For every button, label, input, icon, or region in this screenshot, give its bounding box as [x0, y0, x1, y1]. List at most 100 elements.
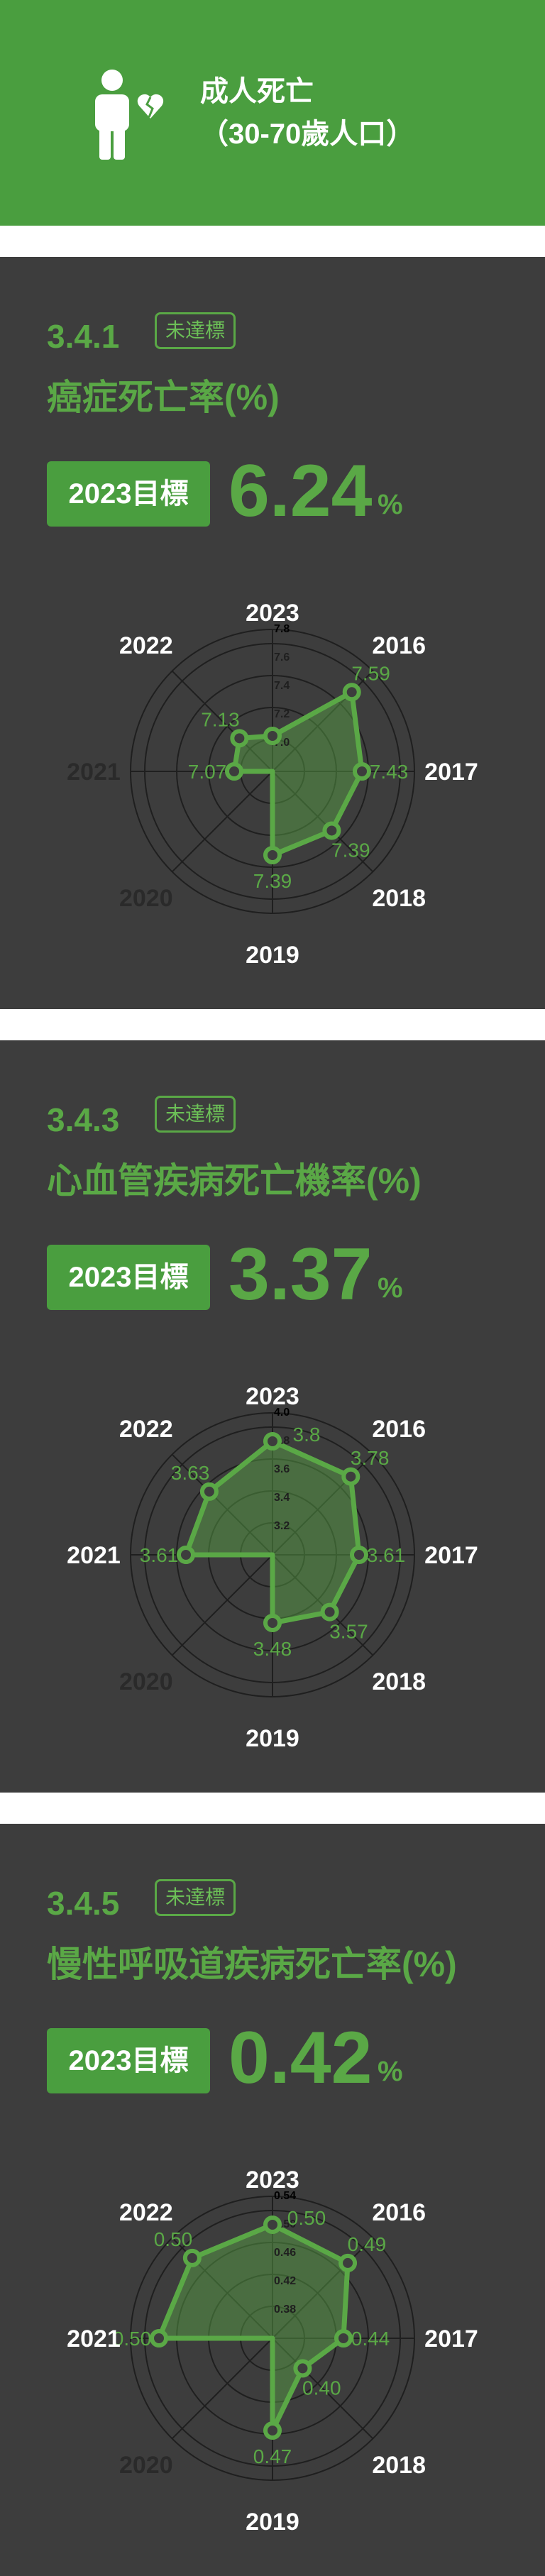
metric-panel-2: 3.4.3 未達標 心血管疾病死亡機率(%) 2023目標 3.37 % 3.2…	[0, 1040, 545, 1793]
data-point	[353, 762, 371, 781]
axis-label: 2018	[372, 1668, 426, 1695]
data-label: 0.50	[154, 2228, 193, 2250]
grid-spoke	[171, 2338, 273, 2440]
data-label: 3.63	[171, 1462, 210, 1484]
data-point	[263, 1614, 282, 1632]
axis-label: 2021	[67, 759, 121, 786]
axis-label: 2017	[424, 759, 478, 786]
data-point	[263, 1432, 282, 1451]
axis-label: 2022	[119, 2199, 173, 2226]
axis-label: 2020	[119, 1668, 173, 1695]
data-label: 0.40	[302, 2377, 341, 2399]
status-badge: 未達標	[155, 1879, 236, 1916]
data-label: 0.44	[351, 2328, 390, 2350]
axis-label: 2023	[246, 2167, 299, 2194]
tick-label: 0.38	[274, 2303, 296, 2316]
tick-label: 7.6	[274, 651, 290, 664]
data-label: 7.59	[351, 662, 390, 684]
radar-chart: 7.07.27.47.67.87.597.437.397.397.077.132…	[67, 600, 478, 969]
axis-label: 2019	[246, 1725, 299, 1752]
data-label: 3.61	[367, 1544, 406, 1566]
radar-chart: 0.380.420.460.500.540.500.490.440.400.47…	[67, 2167, 478, 2536]
series-area	[183, 1438, 362, 1626]
axis-label: 2020	[119, 885, 173, 912]
data-label: 0.47	[253, 2445, 292, 2467]
tick-label: 3.6	[274, 1463, 290, 1475]
data-point	[263, 727, 282, 745]
axis-label: 2016	[372, 632, 426, 659]
data-label: 3.57	[329, 1620, 368, 1642]
data-point	[350, 1546, 368, 1564]
data-label: 7.39	[331, 839, 370, 861]
tick-label: 0.46	[274, 2247, 296, 2259]
data-point	[293, 2359, 312, 2378]
goal-code: 3.4.3	[47, 1101, 120, 1138]
data-label: 7.07	[188, 761, 227, 783]
metric-name: 心血管疾病死亡機率(%)	[47, 1161, 422, 1201]
data-point	[225, 762, 243, 781]
goal-code: 3.4.5	[47, 1885, 120, 1922]
metric-name: 慢性呼吸道疾病死亡率(%)	[47, 1944, 457, 1984]
data-point	[263, 846, 282, 864]
tick-label: 3.4	[274, 1492, 290, 1504]
target-unit: %	[378, 489, 403, 520]
tick-label: 7.2	[274, 708, 290, 720]
goal-code: 3.4.1	[47, 318, 120, 355]
data-label: 3.48	[253, 1638, 292, 1660]
axis-label: 2016	[372, 2199, 426, 2226]
data-label: 0.49	[348, 2233, 387, 2255]
metric-panel-3: 3.4.5 未達標 慢性呼吸道疾病死亡率(%) 2023目標 0.42 % 0.…	[0, 1824, 545, 2576]
axis-label: 2021	[67, 1542, 121, 1569]
axis-label: 2022	[119, 1416, 173, 1443]
axis-label: 2017	[424, 2325, 478, 2352]
data-point	[182, 2248, 202, 2267]
axis-label: 2022	[119, 632, 173, 659]
radar-chart: 3.23.43.63.84.03.83.783.613.573.483.613.…	[67, 1383, 478, 1752]
data-point	[341, 1467, 360, 1486]
target-value: 0.42	[229, 2017, 373, 2099]
axis-label: 2016	[372, 1416, 426, 1443]
data-label: 0.50	[287, 2207, 326, 2229]
data-point	[334, 2329, 353, 2347]
data-label: 7.13	[201, 708, 240, 730]
data-point	[322, 821, 341, 840]
data-label: 3.8	[293, 1424, 321, 1446]
target-label: 2023目標	[47, 461, 210, 527]
status-badge: 未達標	[155, 312, 236, 349]
data-point	[199, 1482, 219, 1501]
data-point	[338, 2253, 358, 2272]
axis-label: 2023	[246, 1383, 299, 1410]
metric-name: 癌症死亡率(%)	[47, 378, 280, 417]
target-label: 2023目標	[47, 2028, 210, 2093]
tick-label: 0.42	[274, 2275, 296, 2287]
data-point	[230, 729, 249, 748]
data-point	[342, 683, 361, 702]
axis-label: 2023	[246, 600, 299, 627]
axis-label: 2019	[246, 2509, 299, 2536]
series-area	[231, 689, 365, 858]
data-label: 3.61	[140, 1544, 179, 1566]
person-broken-heart-icon	[95, 70, 164, 160]
data-point	[263, 2421, 282, 2440]
data-point	[263, 2216, 282, 2234]
target-unit: %	[378, 1272, 403, 1304]
data-label: 7.43	[370, 761, 409, 783]
axis-label: 2018	[372, 885, 426, 912]
data-label: 3.78	[351, 1447, 390, 1469]
data-point	[177, 1546, 195, 1564]
axis-label: 2021	[67, 2325, 121, 2352]
target-unit: %	[378, 2056, 403, 2087]
axis-label: 2020	[119, 2452, 173, 2479]
status-badge: 未達標	[155, 1096, 236, 1133]
tick-label: 7.4	[274, 680, 290, 692]
axis-label: 2019	[246, 942, 299, 969]
axis-label: 2018	[372, 2452, 426, 2479]
grid-spoke	[171, 771, 273, 873]
target-label: 2023目標	[47, 1245, 210, 1310]
header-banner: 成人死亡 （30-70歲人口）	[0, 0, 545, 226]
axis-label: 2017	[424, 1542, 478, 1569]
header-title: 成人死亡	[200, 76, 314, 107]
header-subtitle: （30-70歲人口）	[200, 119, 415, 150]
data-point	[320, 1602, 339, 1622]
target-value: 6.24	[229, 450, 373, 532]
